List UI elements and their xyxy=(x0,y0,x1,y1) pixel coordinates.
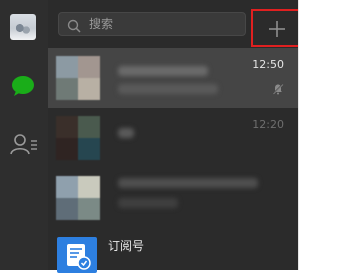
chat-preview-redacted xyxy=(118,198,178,208)
subscription-label[interactable]: 订阅号 xyxy=(108,237,144,254)
search-placeholder: 搜索 xyxy=(89,17,114,31)
search-input[interactable]: 搜索 xyxy=(58,12,246,36)
chat-avatar xyxy=(56,56,100,100)
chat-list-item[interactable] xyxy=(48,168,298,228)
search-icon xyxy=(67,18,81,33)
chat-name-redacted xyxy=(118,178,258,188)
chat-time: 12:50 xyxy=(252,58,284,71)
chat-name-redacted xyxy=(118,128,134,138)
plus-icon xyxy=(269,21,285,37)
content-panel xyxy=(298,0,360,270)
mute-icon xyxy=(272,80,284,95)
subscription-icon[interactable] xyxy=(57,237,97,273)
chat-preview-redacted xyxy=(118,84,218,94)
chat-list-item[interactable]: 12:20 xyxy=(48,108,298,168)
chat-avatar xyxy=(56,176,100,220)
user-avatar[interactable] xyxy=(10,14,36,40)
nav-chat-icon[interactable] xyxy=(11,75,35,97)
chat-avatar xyxy=(56,116,100,160)
add-button[interactable] xyxy=(251,9,303,47)
chat-name-redacted xyxy=(118,66,208,76)
chat-list-panel: 搜索 12:50 12:20 订阅号 xyxy=(48,0,303,273)
chat-list-item[interactable]: 12:50 xyxy=(48,48,298,108)
nav-contacts-icon[interactable] xyxy=(10,132,38,156)
chat-time: 12:20 xyxy=(252,118,284,131)
sidebar xyxy=(0,0,48,270)
